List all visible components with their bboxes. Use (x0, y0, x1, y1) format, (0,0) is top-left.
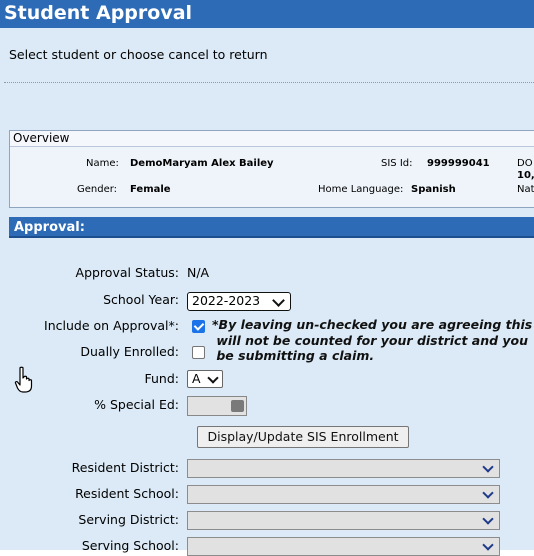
approval-status-value: N/A (187, 265, 210, 280)
divider (4, 82, 534, 83)
home-language-label: Home Language: (318, 184, 404, 195)
dually-enrolled-label: Dually Enrolled: (80, 344, 179, 359)
school-year-select[interactable]: 2022-2023 (187, 292, 291, 311)
serving-school-label: Serving School: (81, 538, 179, 553)
serving-district-label: Serving District: (78, 512, 179, 527)
approval-status-label: Approval Status: (75, 265, 179, 280)
nationality-label: Nat (517, 184, 534, 195)
chevron-down-icon (482, 539, 494, 551)
chevron-down-icon (272, 294, 285, 307)
calculator-icon[interactable] (231, 400, 244, 412)
approval-heading: Approval: (9, 217, 534, 238)
resident-school-select[interactable] (187, 485, 500, 504)
fund-select[interactable]: A (187, 370, 223, 388)
overview-panel: Overview (9, 130, 534, 208)
gender-label: Gender: (77, 184, 118, 195)
gender-value: Female (130, 184, 171, 195)
display-update-sis-enrollment-button[interactable]: Display/Update SIS Enrollment (197, 426, 409, 448)
school-year-label: School Year: (103, 292, 179, 307)
sis-id-value: 999999041 (427, 158, 490, 169)
sis-id-label: SIS Id: (381, 158, 413, 169)
dually-enrolled-checkbox[interactable] (192, 346, 205, 359)
dob-value: 10, (517, 170, 534, 181)
include-on-approval-label: Include on Approval*: (44, 318, 179, 333)
name-value: DemoMaryam Alex Bailey (130, 158, 274, 169)
window-title: Student Approval (0, 0, 534, 28)
fund-value: A (192, 371, 201, 386)
serving-district-select[interactable] (187, 511, 500, 530)
home-language-value: Spanish (411, 184, 456, 195)
special-ed-input[interactable] (187, 396, 247, 416)
special-ed-label: % Special Ed: (94, 397, 179, 412)
hand-pointer-icon (14, 366, 33, 393)
resident-district-select[interactable] (187, 459, 500, 478)
school-year-value: 2022-2023 (192, 293, 261, 308)
chevron-down-icon (207, 372, 219, 384)
chevron-down-icon (482, 461, 494, 473)
resident-school-label: Resident School: (75, 486, 179, 501)
serving-school-select[interactable] (187, 537, 500, 556)
overview-heading: Overview (10, 131, 534, 147)
chevron-down-icon (482, 487, 494, 499)
instruction-text: Select student or choose cancel to retur… (9, 47, 268, 62)
chevron-down-icon (482, 513, 494, 525)
include-note: *By leaving un-checked you are agreeing … (212, 317, 533, 363)
dob-label: DO (517, 158, 533, 169)
name-label: Name: (86, 158, 119, 169)
include-on-approval-checkbox[interactable] (192, 320, 205, 333)
resident-district-label: Resident District: (71, 460, 179, 475)
